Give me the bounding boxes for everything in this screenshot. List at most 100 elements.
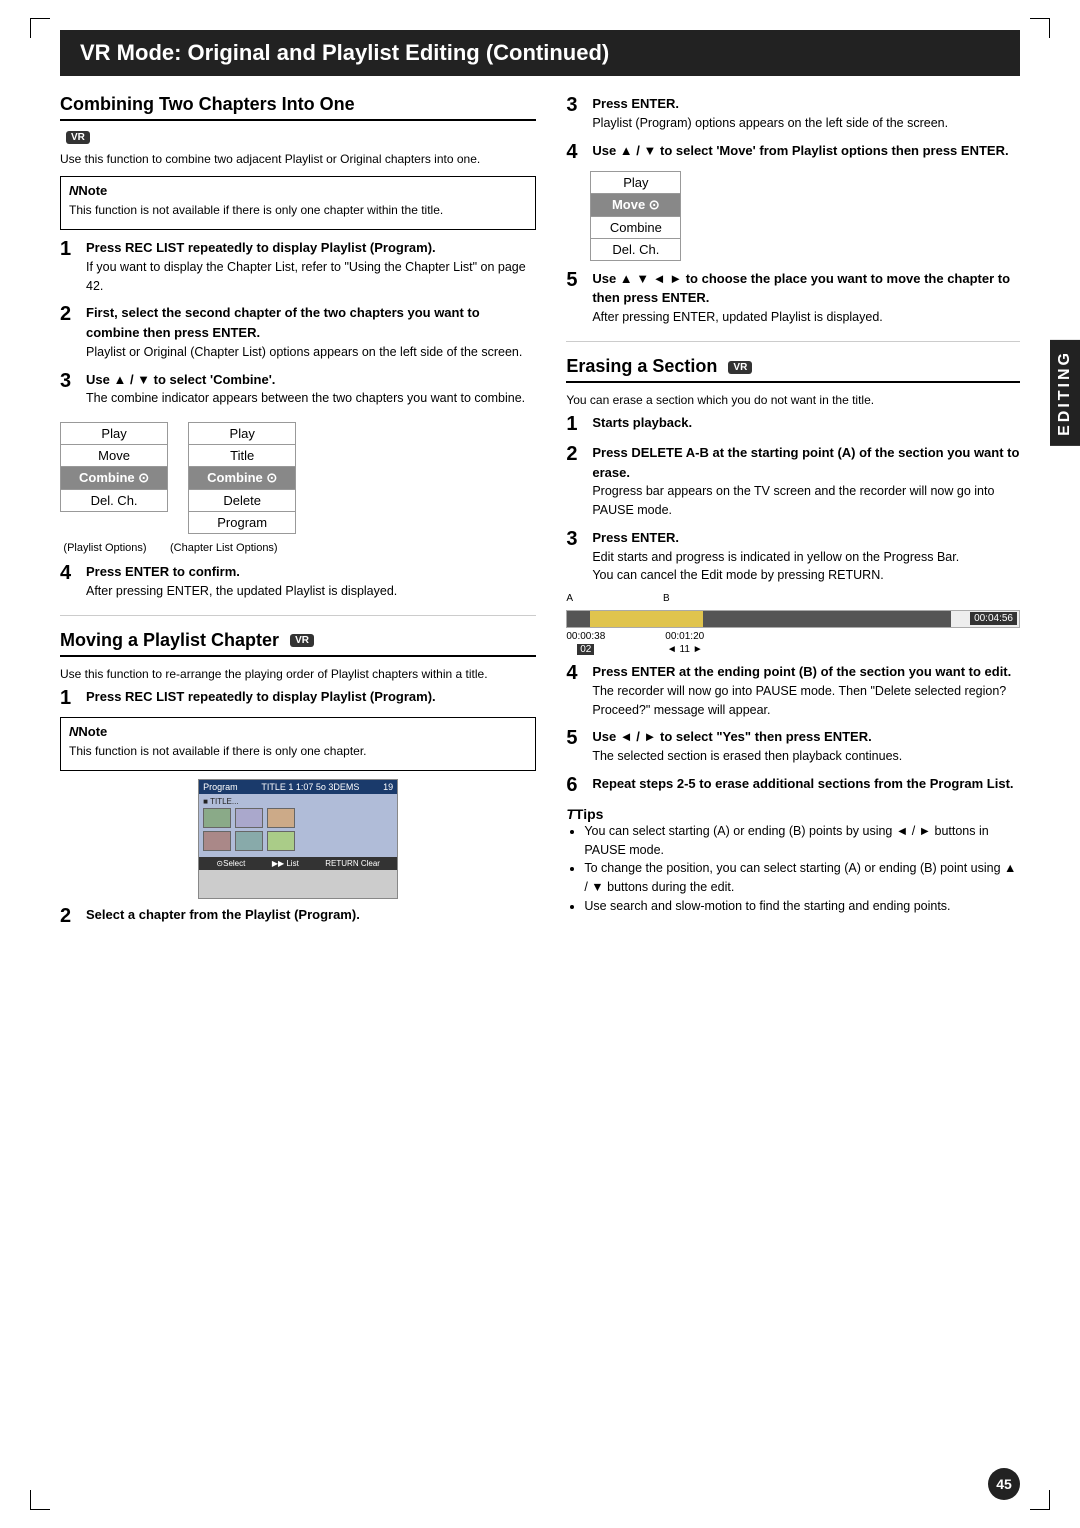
erasing-step-content-4: Press ENTER at the ending point (B) of t… (592, 662, 1020, 719)
move-menu-play: Play (591, 171, 681, 193)
erasing-step-num-6: 6 (566, 774, 588, 796)
prog-thumb-1 (203, 808, 231, 828)
moving-step-detail-3: Playlist (Program) options appears on th… (592, 116, 948, 130)
program-screenshot: Program TITLE 1 1:07 5o 3DEMS 19 ■ TITLE… (198, 779, 398, 899)
moving-intro: Use this function to re-arrange the play… (60, 665, 536, 683)
step-detail-2: Playlist or Original (Chapter List) opti… (86, 345, 522, 359)
progress-bar-yellow (590, 611, 703, 627)
prog-header: Program TITLE 1 1:07 5o 3DEMS 19 (199, 780, 397, 794)
erasing-step-5: 5 Use ◄ / ► to select "Yes" then press E… (566, 727, 1020, 766)
chapter-menu-col: Play Title Combine ⊙ Delete Program (188, 416, 296, 538)
time-b-label: 00:01:20 ◄ 11 ► (665, 630, 704, 656)
erasing-step-num-4: 4 (566, 662, 588, 684)
chapter-menu-title: Title (189, 445, 296, 467)
prog-thumb-2 (235, 808, 263, 828)
prog-thumb-3 (267, 808, 295, 828)
erasing-step-content-2: Press DELETE A-B at the starting point (… (592, 443, 1020, 520)
step-bold-4: Press ENTER to confirm. (86, 564, 240, 579)
moving-step-2: 2 Select a chapter from the Playlist (Pr… (60, 905, 536, 927)
vr-badge-erasing: VR (728, 361, 752, 374)
prog-thumb-4 (203, 831, 231, 851)
erasing-heading: Erasing a Section VR (566, 356, 1020, 383)
erasing-step-content-6: Repeat steps 2-5 to erase additional sec… (592, 774, 1020, 794)
progress-bar-container: 00:04:56 (566, 610, 1020, 628)
combining-note: NNote This function is not available if … (60, 176, 536, 230)
combining-step-4: 4 Press ENTER to confirm. After pressing… (60, 562, 536, 601)
combining-menus: Play Move Combine ⊙ Del. Ch. Play Title … (60, 416, 536, 538)
step-detail-1: If you want to display the Chapter List,… (86, 260, 526, 293)
moving-step-num-4: 4 (566, 141, 588, 163)
erasing-heading-text: Erasing a Section (566, 356, 717, 376)
moving-step-content-4: Use ▲ / ▼ to select 'Move' from Playlist… (592, 141, 1020, 161)
step-bold-3: Use ▲ / ▼ to select 'Combine'. (86, 372, 275, 387)
combining-section: Combining Two Chapters Into One VR Use t… (60, 94, 536, 601)
move-menu-delch: Del. Ch. (591, 238, 681, 260)
col-left: Combining Two Chapters Into One VR Use t… (60, 94, 536, 935)
main-content: Combining Two Chapters Into One VR Use t… (60, 94, 1020, 935)
chapter-menu-play: Play (189, 423, 296, 445)
erasing-step-bold-6: Repeat steps 2-5 to erase additional sec… (592, 776, 1013, 791)
playlist-menu-col: Play Move Combine ⊙ Del. Ch. (60, 416, 168, 538)
playlist-menu-play: Play (61, 423, 168, 445)
erasing-step-detail-3: Edit starts and progress is indicated in… (592, 550, 959, 583)
prog-footer: ⊙Select ▶▶ List RETURN Clear (199, 857, 397, 870)
time-a-label: 00:00:38 02 (566, 630, 605, 656)
erasing-step-bold-3: Press ENTER. (592, 530, 679, 545)
moving-note-text: This function is not available if there … (69, 742, 527, 760)
moving-step-content-5: Use ▲ ▼ ◄ ► to choose the place you want… (592, 269, 1020, 327)
combining-heading-text: Combining Two Chapters Into One (60, 94, 355, 114)
step-detail-4: After pressing ENTER, the updated Playli… (86, 584, 397, 598)
moving-step-num-1: 1 (60, 687, 82, 709)
erasing-step-bold-5: Use ◄ / ► to select "Yes" then press ENT… (592, 729, 871, 744)
moving-step-5: 5 Use ▲ ▼ ◄ ► to choose the place you wa… (566, 269, 1020, 327)
move-menu-container: Play Move ⊙ Combine Del. Ch. (590, 171, 1020, 261)
divider-1 (60, 615, 536, 616)
total-time-display: 00:04:56 (970, 612, 1017, 625)
erasing-step-num-5: 5 (566, 727, 588, 749)
ab-labels: A B (566, 593, 1020, 604)
move-menu-table: Play Move ⊙ Combine Del. Ch. (590, 171, 681, 261)
tip-3: Use search and slow-motion to find the s… (584, 897, 1020, 916)
step-num-1: 1 (60, 238, 82, 260)
erasing-step-num-1: 1 (566, 413, 588, 435)
moving-step-num-5: 5 (566, 269, 588, 291)
moving-note-title: NNote (69, 724, 527, 739)
combining-intro: Use this function to combine two adjacen… (60, 150, 536, 168)
step-num-2: 2 (60, 303, 82, 325)
moving-step-detail-5: After pressing ENTER, updated Playlist i… (592, 310, 882, 324)
erasing-step-4: 4 Press ENTER at the ending point (B) of… (566, 662, 1020, 719)
erasing-step-bold-4: Press ENTER at the ending point (B) of t… (592, 664, 1011, 679)
moving-step-bold-5: Use ▲ ▼ ◄ ► to choose the place you want… (592, 271, 1010, 306)
playlist-menu-combine: Combine ⊙ (61, 467, 168, 490)
program-screenshot-inner: Program TITLE 1 1:07 5o 3DEMS 19 ■ TITLE… (199, 780, 397, 898)
page-title: VR Mode: Original and Playlist Editing (… (60, 30, 1020, 76)
erasing-step-bold-1: Starts playback. (592, 415, 692, 430)
tip-2: To change the position, you can select s… (584, 859, 1020, 897)
moving-step-bold-3: Press ENTER. (592, 96, 679, 111)
combining-step-3: 3 Use ▲ / ▼ to select 'Combine'. The com… (60, 370, 536, 409)
step-bold-1: Press REC LIST repeatedly to display Pla… (86, 240, 436, 255)
chapter-menu-combine: Combine ⊙ (189, 467, 296, 490)
erasing-step-detail-5: The selected section is erased then play… (592, 749, 902, 763)
chapter-menu-table: Play Title Combine ⊙ Delete Program (188, 422, 296, 534)
moving-step-bold-1: Press REC LIST repeatedly to display Pla… (86, 689, 436, 704)
moving-step-3: 3 Press ENTER. Playlist (Program) option… (566, 94, 1020, 133)
moving-note: NNote This function is not available if … (60, 717, 536, 771)
tip-1: You can select starting (A) or ending (B… (584, 822, 1020, 860)
moving-step-num-2: 2 (60, 905, 82, 927)
prog-thumb-5 (235, 831, 263, 851)
step-num-4: 4 (60, 562, 82, 584)
note-icon: N (69, 183, 78, 198)
move-menu-combine: Combine (591, 216, 681, 238)
erasing-section: Erasing a Section VR You can erase a sec… (566, 356, 1020, 916)
erasing-step-num-3: 3 (566, 528, 588, 550)
playlist-menu-table: Play Move Combine ⊙ Del. Ch. (60, 422, 168, 512)
note-icon-2: N (69, 724, 78, 739)
tips-box: TTips You can select starting (A) or end… (566, 806, 1020, 916)
vr-badge-moving: VR (290, 634, 314, 647)
erasing-step-detail-4: The recorder will now go into PAUSE mode… (592, 684, 1006, 717)
corner-mark-bl (30, 1490, 50, 1510)
step-detail-3: The combine indicator appears between th… (86, 391, 525, 405)
combining-step-2: 2 First, select the second chapter of th… (60, 303, 536, 361)
corner-mark-tl (30, 18, 50, 38)
